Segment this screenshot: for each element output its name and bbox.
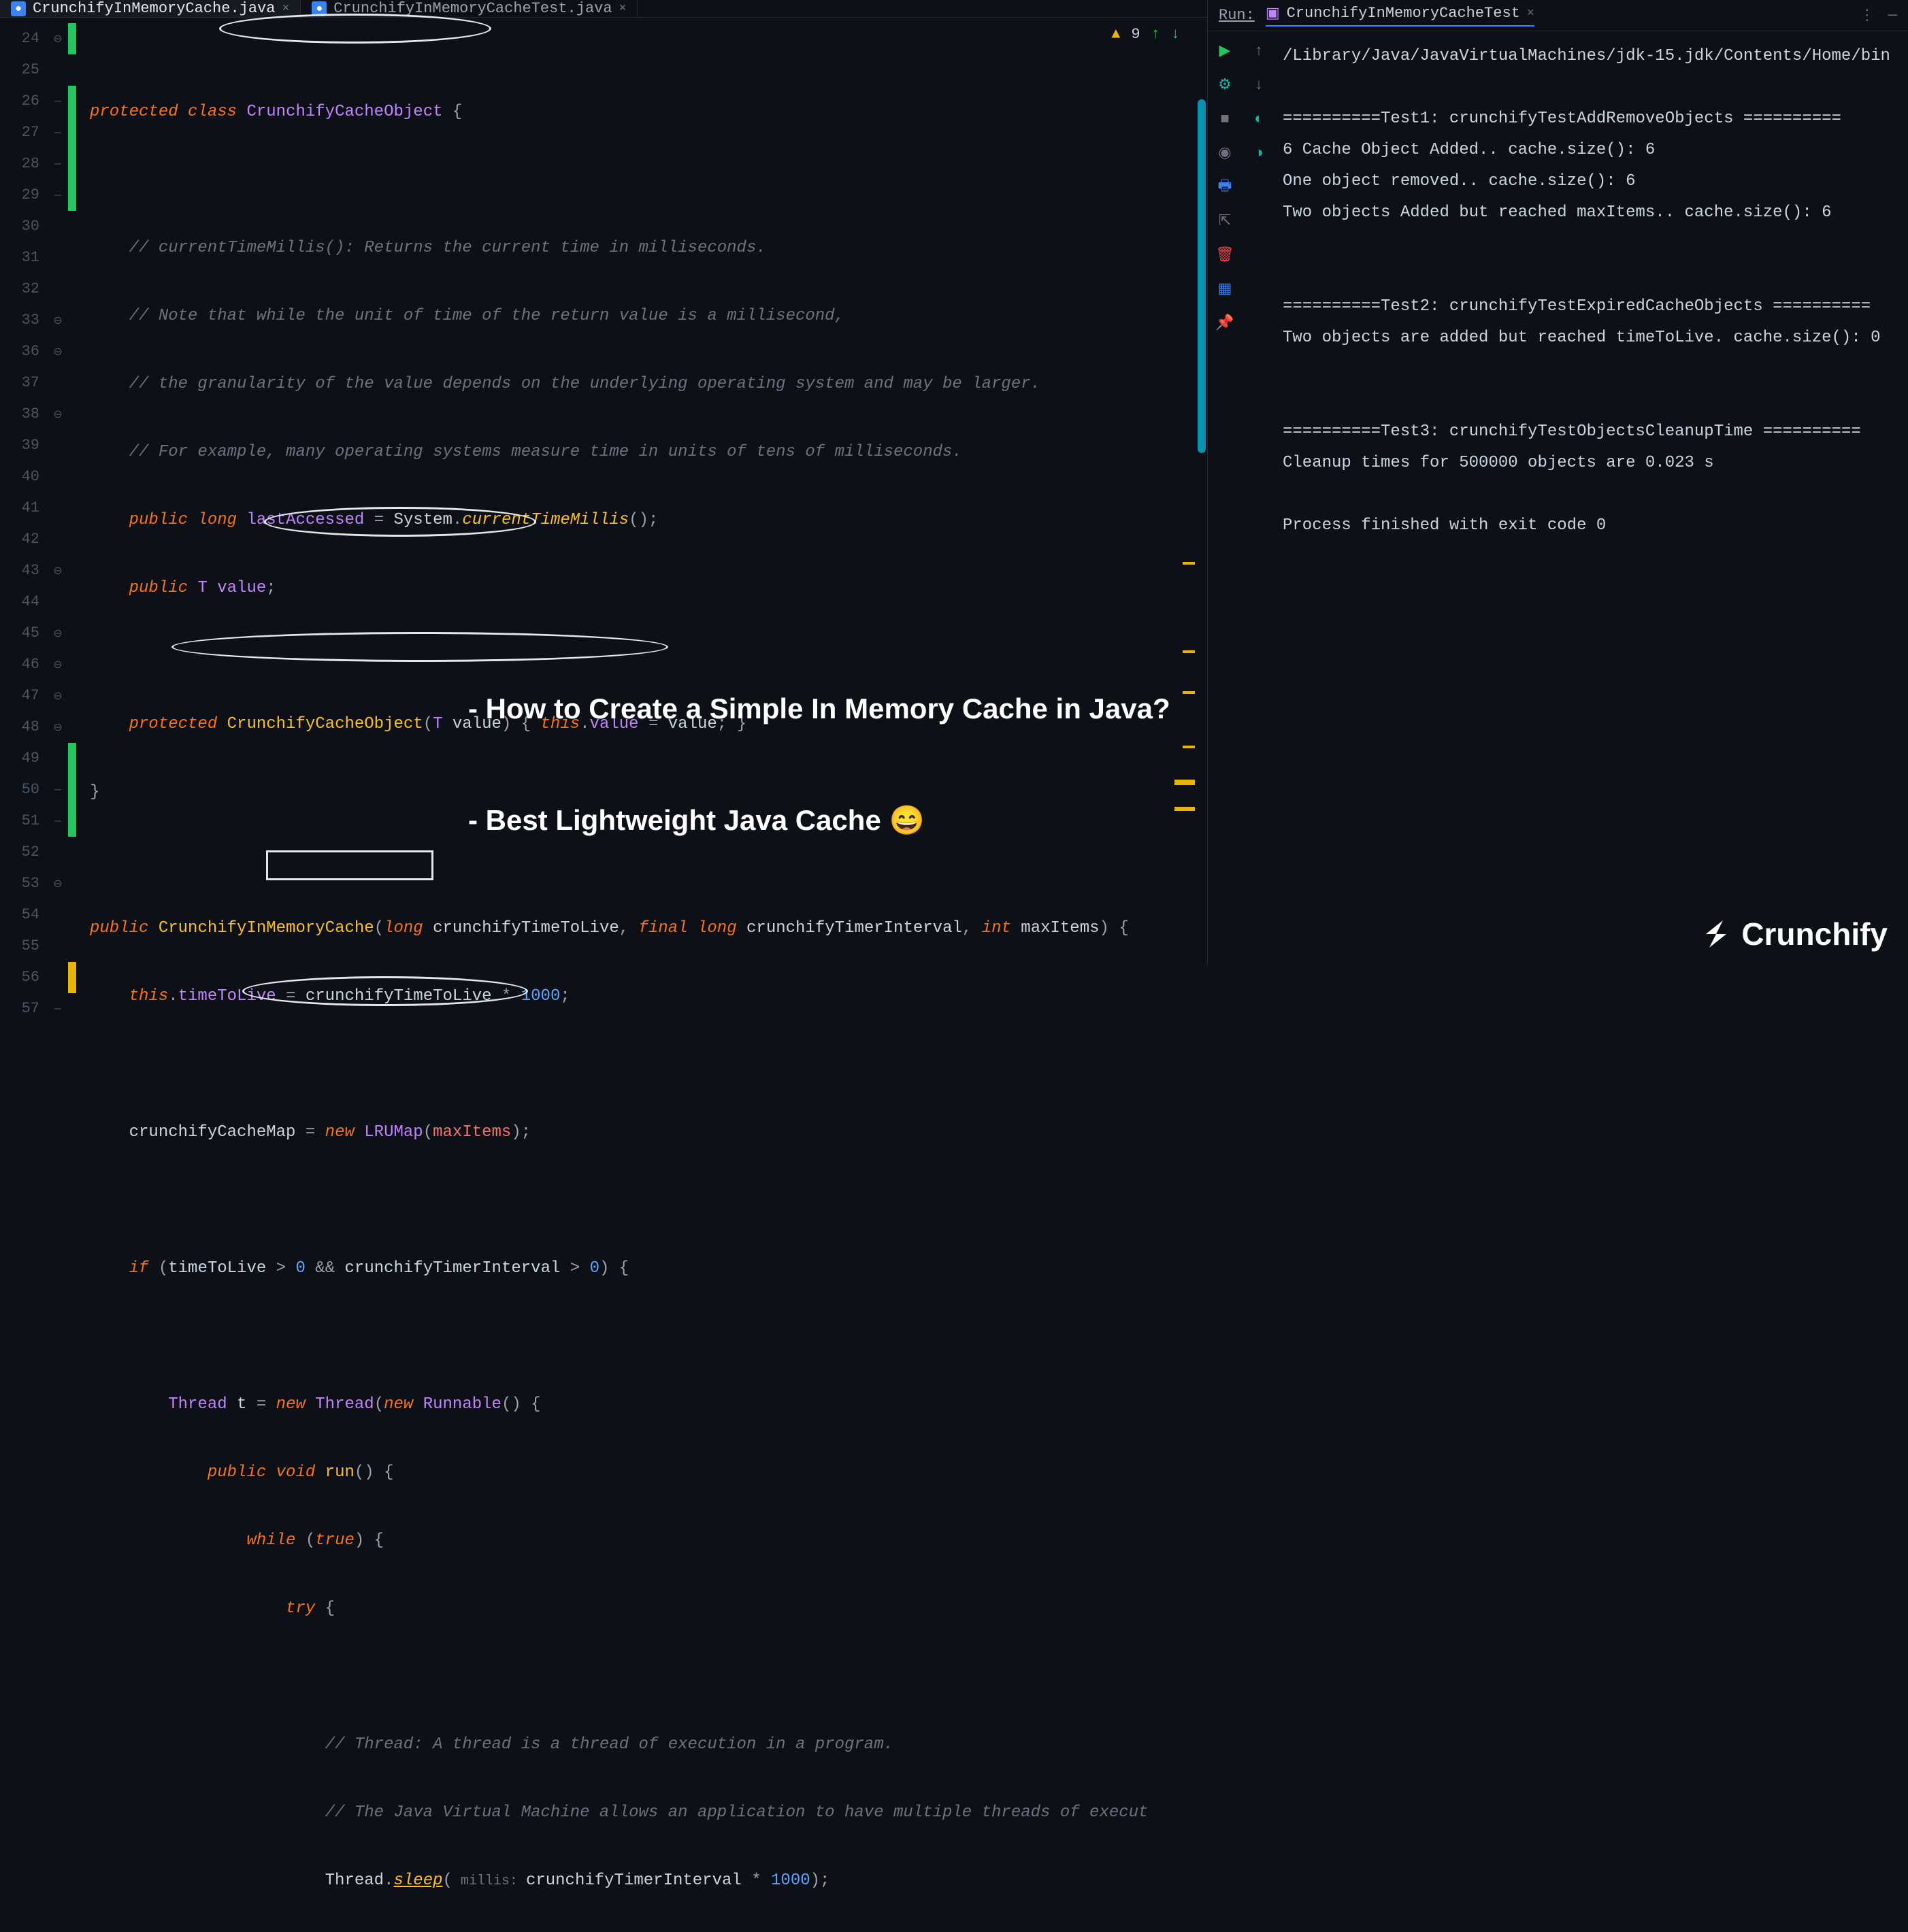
- print-icon[interactable]: 🖶: [1215, 177, 1235, 197]
- run-panel: Run: ▣ CrunchifyInMemoryCacheTest × ⋮ — …: [1207, 0, 1908, 966]
- tab-test-file[interactable]: ● CrunchifyInMemoryCacheTest.java ×: [301, 0, 638, 17]
- modification-gutter: [68, 18, 76, 1932]
- run-config-name: CrunchifyInMemoryCacheTest: [1287, 5, 1520, 22]
- export-icon[interactable]: ⇱: [1215, 211, 1235, 231]
- logo-icon: [1699, 917, 1733, 951]
- more-icon[interactable]: ⋮: [1860, 7, 1875, 24]
- editor-body: 2425262728293031323336373839404142434445…: [0, 18, 1207, 1932]
- run-config-tab[interactable]: ▣ CrunchifyInMemoryCacheTest ×: [1266, 5, 1534, 27]
- close-icon[interactable]: ×: [282, 2, 289, 16]
- warning-icon: ▲: [1111, 26, 1120, 43]
- tab-label: CrunchifyInMemoryCache.java: [33, 0, 275, 17]
- run-header: Run: ▣ CrunchifyInMemoryCacheTest × ⋮ —: [1208, 0, 1908, 31]
- close-icon[interactable]: ×: [1527, 7, 1534, 20]
- editor-tabs: ● CrunchifyInMemoryCache.java × ● Crunch…: [0, 0, 1207, 18]
- arrow-down-icon[interactable]: ↓: [1171, 26, 1180, 43]
- warning-count: 9: [1131, 26, 1140, 43]
- editor-scrollbar[interactable]: [1196, 18, 1207, 1932]
- tab-cache-file[interactable]: ● CrunchifyInMemoryCache.java ×: [0, 0, 301, 17]
- run-label: Run:: [1219, 7, 1255, 24]
- pin-icon[interactable]: 📌: [1215, 313, 1235, 333]
- run-toolbar-left: ▶ ⚙ ■ ◉ 🖶 ⇱ 🗑 ▦ 📌: [1208, 31, 1242, 966]
- application-icon: ▣: [1266, 5, 1280, 22]
- close-icon[interactable]: ×: [619, 2, 627, 16]
- line-number-gutter: 2425262728293031323336373839404142434445…: [0, 18, 48, 1932]
- java-file-icon: ●: [11, 1, 26, 16]
- minimize-icon[interactable]: —: [1888, 7, 1897, 24]
- fold-gutter: ⊖————⊖⊖⊖⊖⊖⊖⊖⊖——⊖—: [48, 18, 68, 1932]
- crunchify-logo: Crunchify: [1699, 916, 1888, 952]
- minimap: [1183, 18, 1195, 1932]
- run-header-actions: ⋮ —: [1860, 7, 1897, 24]
- java-file-icon: ●: [312, 1, 327, 16]
- tab-label: CrunchifyInMemoryCacheTest.java: [333, 0, 612, 17]
- run-toolbar-nav: ↑ ↓ ◐ ◑: [1242, 31, 1276, 966]
- code-area[interactable]: ▲ 9 ↑ ↓ protected class CrunchifyCacheOb…: [76, 18, 1207, 1932]
- layout-icon[interactable]: ▦: [1215, 279, 1235, 299]
- editor-panel: ● CrunchifyInMemoryCache.java × ● Crunch…: [0, 0, 1207, 966]
- delete-icon[interactable]: 🗑: [1215, 245, 1235, 265]
- console-output[interactable]: /Library/Java/JavaVirtualMachines/jdk-15…: [1276, 31, 1908, 966]
- run-body: ▶ ⚙ ■ ◉ 🖶 ⇱ 🗑 ▦ 📌 ↑ ↓ ◐ ◑ /Library/Java/…: [1208, 31, 1908, 966]
- inspection-badge[interactable]: ▲ 9 ↑ ↓: [1111, 26, 1180, 43]
- arrow-up-icon[interactable]: ↑: [1151, 26, 1160, 43]
